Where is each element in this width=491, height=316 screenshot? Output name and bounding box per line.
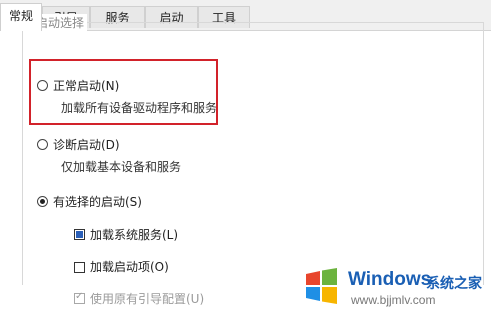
selective-startup-label[interactable]: 有选择的启动(S) [53, 193, 142, 210]
load-startup-items-checkbox[interactable] [74, 262, 85, 273]
load-system-services-checkbox[interactable] [74, 229, 85, 240]
diagnostic-startup-radio[interactable] [37, 139, 48, 150]
diagnostic-startup-description: 仅加载基本设备和服务 [61, 160, 182, 174]
windows-logo-icon [306, 268, 337, 304]
watermark-brand: Windows [348, 269, 432, 290]
use-original-boot-config-checkbox [74, 291, 85, 304]
load-system-services-label[interactable]: 加载系统服务(L) [90, 226, 178, 243]
tab-general[interactable]: 常规 [0, 3, 42, 31]
watermark-brand-suffix: 系统之家 [426, 276, 482, 292]
load-startup-items-label[interactable]: 加载启动项(O) [90, 258, 169, 275]
selective-startup-radio[interactable] [37, 196, 48, 207]
highlight-box [29, 59, 218, 125]
diagnostic-startup-label[interactable]: 诊断启动(D) [53, 136, 120, 153]
watermark-url: www.bjjmlv.com [351, 293, 436, 307]
use-original-boot-config-label: 使用原有引导配置(U) [90, 292, 205, 306]
